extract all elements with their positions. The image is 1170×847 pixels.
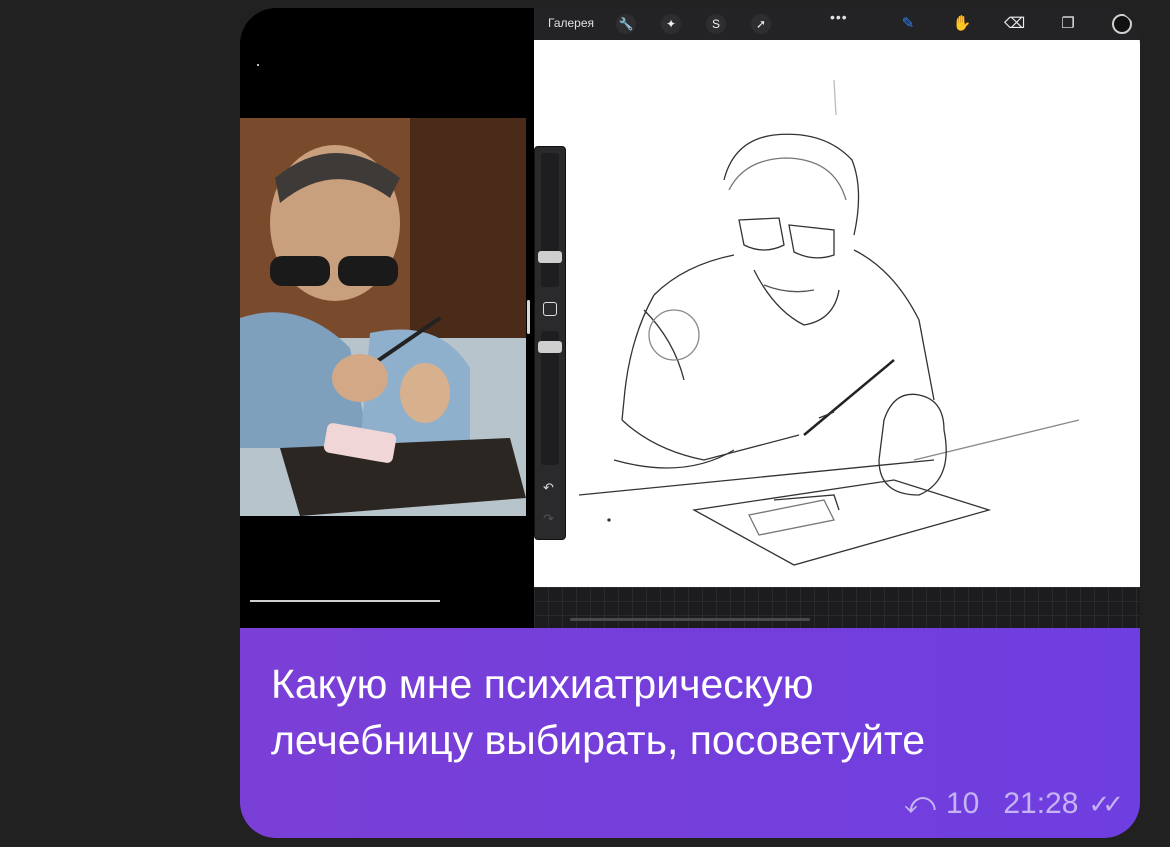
gallery-button[interactable]: Галерея [548,16,594,30]
smudge-icon[interactable]: ✋ [952,14,972,34]
color-picker-icon[interactable] [1112,14,1132,34]
procreate-app: Галерея 🔧 ✦ S ➚ ••• ✎ ✋ ⌫ ❐ [534,8,1140,628]
replies-count[interactable]: 10 [946,787,979,821]
reference-video-frame[interactable] [240,118,526,516]
redo-icon[interactable]: ↷ [543,511,554,527]
canvas-grid-strip [534,587,1140,628]
reference-photo [240,118,526,516]
message-time: 21:28 [1003,787,1079,820]
opacity-knob[interactable] [538,341,562,353]
read-receipt-icon: ✓✓ [1088,788,1123,819]
procreate-toolbar: Галерея 🔧 ✦ S ➚ ••• ✎ ✋ ⌫ ❐ [534,8,1140,40]
video-progress-bar[interactable] [250,600,440,602]
layers-icon[interactable]: ❐ [1058,14,1078,34]
brush-size-slider[interactable] [541,153,559,287]
transform-icon[interactable]: ➚ [751,14,771,34]
message-text-line-2: лечебницу выбирать, посоветуйте [271,717,926,763]
reply-icon[interactable]: ⤺ [904,787,936,821]
drawing-canvas[interactable] [534,40,1140,587]
video-dot [257,64,259,66]
eraser-icon[interactable]: ⌫ [1004,14,1025,34]
modify-button[interactable] [543,302,557,316]
message-media[interactable]: Галерея 🔧 ✦ S ➚ ••• ✎ ✋ ⌫ ❐ ↶ ↷ [240,8,1140,628]
message-text-line-1: Какую мне психиатрическую [271,661,814,707]
undo-icon[interactable]: ↶ [543,480,554,496]
message-text: Какую мне психиатрическую лечебницу выби… [271,656,1111,768]
message-meta: ⤺ 10 21:28 ✓✓ [904,786,1124,822]
magic-wand-icon[interactable]: ✦ [661,14,681,34]
brush-icon[interactable]: ✎ [898,14,918,34]
split-view-handle[interactable] [527,300,530,334]
selection-icon[interactable]: S [706,14,726,34]
video-pane [240,8,534,628]
home-indicator [570,618,810,621]
brush-size-knob[interactable] [538,251,562,263]
procreate-sidebar: ↶ ↷ [534,146,566,540]
message-bubble[interactable]: Галерея 🔧 ✦ S ➚ ••• ✎ ✋ ⌫ ❐ ↶ ↷ Какую мн… [240,8,1140,838]
wrench-icon[interactable]: 🔧 [616,14,636,34]
sketch-drawing [578,79,1080,566]
more-options-icon[interactable]: ••• [830,9,848,25]
